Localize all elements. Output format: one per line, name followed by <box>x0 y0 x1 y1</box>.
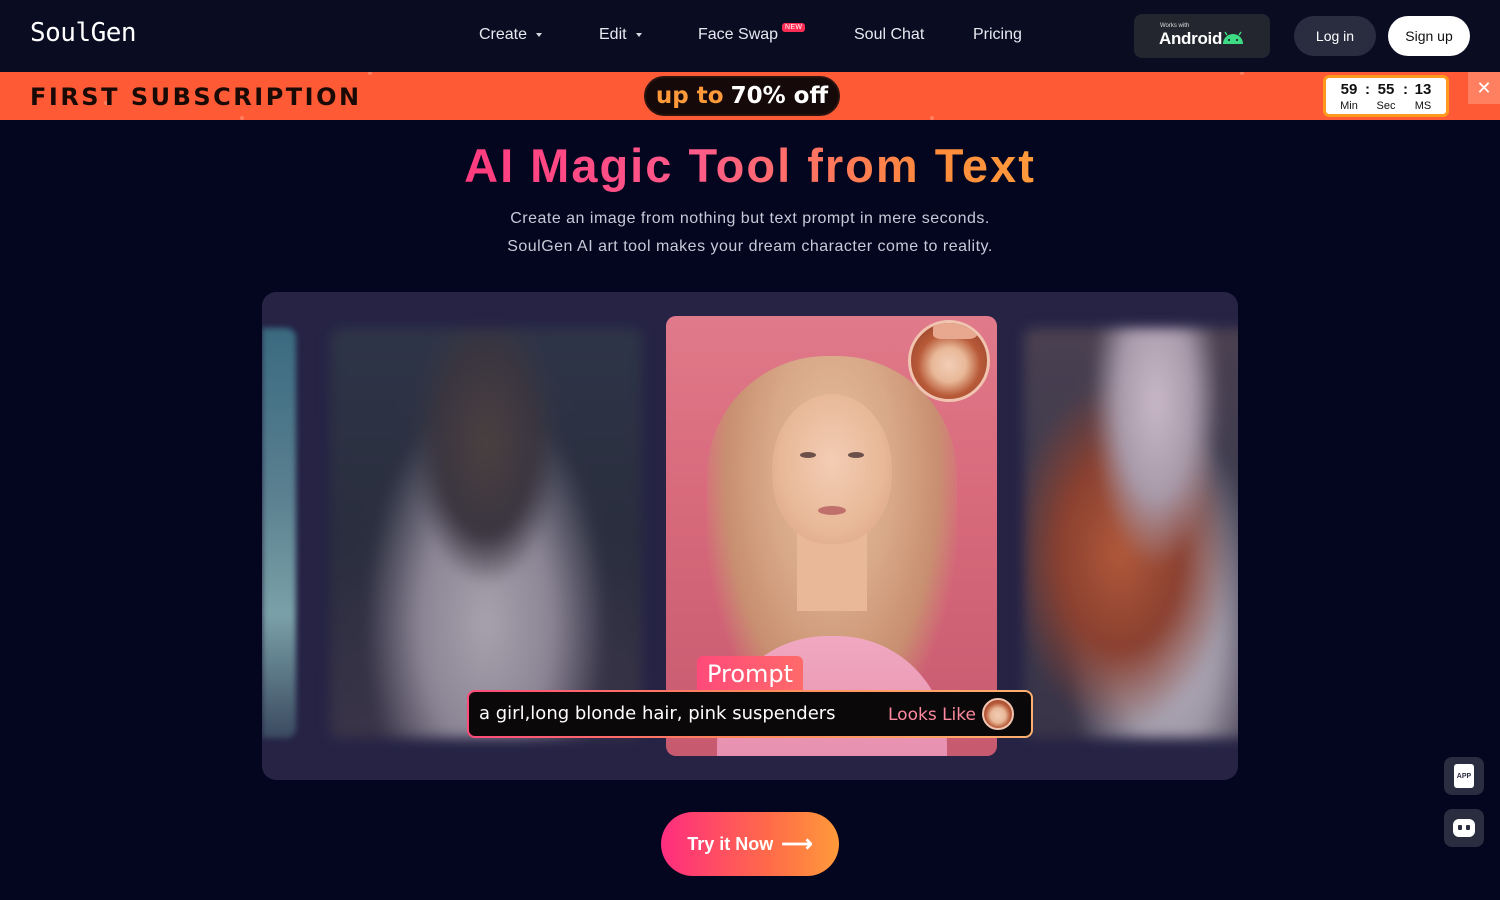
nav-item-label: Soul Chat <box>854 26 925 43</box>
android-label: Android <box>1159 29 1223 48</box>
discount-percent: 70% off <box>730 83 829 109</box>
sparkle-decoration <box>930 116 934 120</box>
timer-seconds-label: Sec <box>1376 100 1396 112</box>
timer-separator: : <box>1365 81 1370 98</box>
prompt-tag: Prompt <box>697 656 803 692</box>
gallery-card-blurred[interactable] <box>1024 328 1238 738</box>
arrow-right-icon: ⟶ <box>781 831 813 856</box>
sparkle-decoration <box>368 72 372 75</box>
page-title-text: AI Magic Tool from Text <box>464 139 1036 192</box>
chevron-down-icon <box>635 33 642 37</box>
timer-milliseconds: 13 <box>1414 81 1432 98</box>
prompt-text: a girl,long blonde hair, pink suspenders <box>479 703 836 724</box>
nav-item-label: Edit <box>599 26 627 43</box>
logo[interactable]: SoulGen <box>30 18 137 48</box>
timer-ms-label: MS <box>1414 100 1432 112</box>
hero-subtitle-line-1: Create an image from nothing but text pr… <box>510 210 990 227</box>
android-robot-icon <box>1223 31 1243 44</box>
timer-seconds: 55 <box>1377 81 1395 98</box>
hero-subtitle-line-2: SoulGen AI art tool makes your dream cha… <box>507 238 993 255</box>
countdown-timer: 59 : 55 : 13 Min Sec MS <box>1323 75 1449 117</box>
timer-minutes: 59 <box>1340 81 1358 98</box>
discount-pill: up to 70% off <box>644 76 840 116</box>
looks-like-label: Looks Like <box>888 705 976 725</box>
nav-item-label: Pricing <box>973 26 1022 43</box>
signup-button[interactable]: Sign up <box>1388 16 1470 56</box>
nav-item-edit[interactable]: Edit <box>599 26 642 44</box>
try-it-now-button[interactable]: Try it Now ⟶ <box>661 812 839 876</box>
nav-item-create[interactable]: Create <box>479 26 543 44</box>
chat-bot-button[interactable] <box>1444 809 1484 847</box>
gallery-card-blurred[interactable] <box>330 328 642 738</box>
login-button[interactable]: Log in <box>1294 16 1376 56</box>
gallery-card-blurred[interactable] <box>262 328 296 738</box>
nav-item-soul-chat[interactable]: Soul Chat <box>854 26 924 44</box>
page-title: AI Magic Tool from Text <box>0 138 1500 193</box>
promo-title: FIRST SUBSCRIPTION <box>30 83 362 111</box>
promo-banner[interactable]: FIRST SUBSCRIPTION up to 70% off 59 : 55… <box>0 72 1500 120</box>
new-badge: NEW <box>782 23 806 32</box>
close-icon[interactable]: ✕ <box>1468 72 1500 104</box>
android-app-button[interactable]: Works with Android <box>1134 14 1270 58</box>
nav-item-pricing[interactable]: Pricing <box>973 26 1022 44</box>
nav-item-face-swap[interactable]: Face Swap NEW <box>698 23 806 44</box>
sparkle-decoration <box>240 116 244 120</box>
timer-minutes-label: Min <box>1340 100 1358 112</box>
chevron-down-icon <box>536 33 543 37</box>
prompt-bar: a girl,long blonde hair, pink suspenders… <box>467 690 1033 738</box>
looks-like-avatar <box>982 698 1014 730</box>
prompt-bar-inner: a girl,long blonde hair, pink suspenders… <box>469 692 1031 736</box>
nav-item-label: Create <box>479 26 528 43</box>
portrait-eye <box>799 452 816 458</box>
app-download-icon: APP <box>1454 764 1474 788</box>
discount-up-to: up to <box>655 83 724 109</box>
chat-bot-icon <box>1453 819 1475 837</box>
portrait-eye <box>847 452 864 458</box>
app-download-button[interactable]: APP <box>1444 757 1484 795</box>
reference-face-avatar <box>908 320 990 402</box>
nav-item-label: Face Swap <box>698 26 779 43</box>
portrait-lips <box>817 506 846 515</box>
cta-label: Try it Now <box>687 833 774 854</box>
sparkle-decoration <box>1240 72 1244 75</box>
generated-portrait-face <box>771 394 892 544</box>
top-navigation: SoulGen Create Edit Face Swap NEW Soul C… <box>0 0 1500 72</box>
